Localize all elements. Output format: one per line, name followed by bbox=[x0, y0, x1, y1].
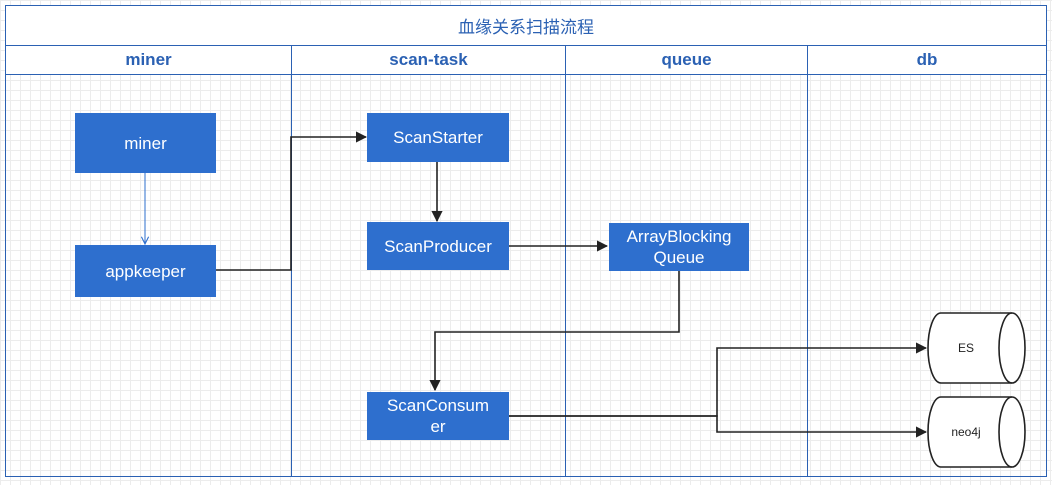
edge-appkeeper-to-scanstarter bbox=[216, 131, 368, 271]
node-appkeeper[interactable]: appkeeper bbox=[75, 245, 216, 297]
edge-scanconsumer-to-neo4j bbox=[509, 415, 928, 438]
node-scan-consumer[interactable]: ScanConsum er bbox=[367, 392, 509, 440]
node-appkeeper-label: appkeeper bbox=[105, 261, 186, 281]
node-scan-producer-label: ScanProducer bbox=[384, 236, 492, 256]
edge-queue-to-scanconsumer bbox=[429, 271, 680, 392]
node-miner-label: miner bbox=[124, 133, 167, 153]
database-es-label: ES bbox=[957, 341, 974, 355]
edges-layer bbox=[0, 131, 1026, 468]
database-neo4j-label: neo4j bbox=[951, 425, 981, 439]
edge-scanconsumer-to-es bbox=[509, 342, 928, 417]
node-array-blocking-queue-label-line1: ArrayBlocking bbox=[626, 227, 732, 246]
node-scan-consumer-label-line2: er bbox=[430, 417, 446, 436]
node-scan-starter[interactable]: ScanStarter bbox=[367, 113, 509, 162]
node-scan-consumer-label-line1: ScanConsum bbox=[386, 396, 490, 415]
node-scan-starter-label: ScanStarter bbox=[393, 128, 483, 147]
node-scan-producer[interactable]: ScanProducer bbox=[367, 222, 509, 270]
node-array-blocking-queue-label-line2: Queue bbox=[653, 248, 705, 267]
node-array-blocking-queue[interactable]: ArrayBlocking Queue bbox=[609, 223, 749, 271]
node-miner[interactable]: miner bbox=[75, 113, 216, 173]
